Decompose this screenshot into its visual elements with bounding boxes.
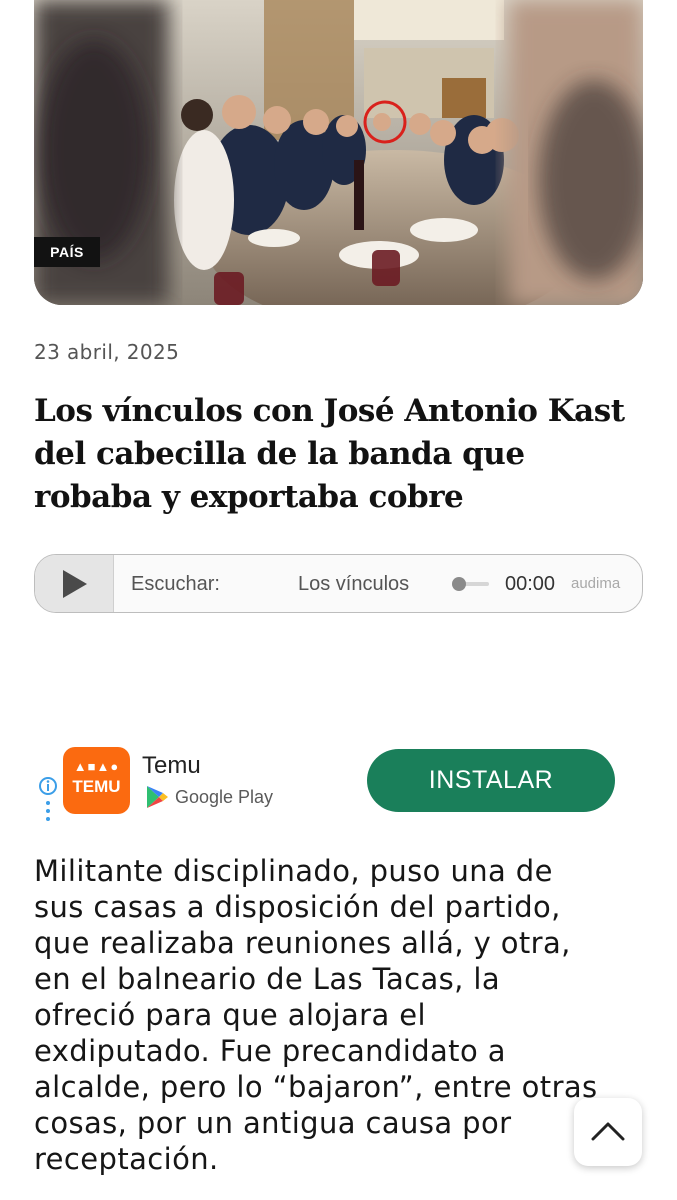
track-name: Los vínculos [298,573,410,595]
article-body: Militante disciplinado, puso una de sus … [34,854,598,1176]
article-date: 23 abril, 2025 [34,340,180,364]
play-icon [63,570,87,598]
temu-logo-glyphs: ▲■▲● [73,759,120,774]
ad-store-name: Google Play [175,787,274,807]
temu-logo-word: TEMU [72,777,121,796]
listen-label: Escuchar: [131,573,220,595]
playback-time: 00:00 [505,573,556,595]
category-badge[interactable]: PAÍS [34,237,100,267]
install-button[interactable]: INSTALAR [367,749,615,812]
info-icon[interactable] [38,776,58,832]
dinner-photo [34,0,643,305]
audima-logo: audima [571,575,621,592]
play-button[interactable] [35,555,114,612]
audio-player: Escuchar: Los vínculos 00:00 audima [34,554,643,613]
ad-banner: ▲■▲● TEMU Temu Google Play INSTALAR [34,736,641,828]
chevron-up-icon [591,1122,625,1141]
temu-logo[interactable]: ▲■▲● TEMU [63,747,130,814]
article-hero-image[interactable]: PAÍS [34,0,643,305]
scroll-to-top-button[interactable] [574,1098,642,1166]
article-title: Los vínculos con José Antonio Kast del c… [34,393,625,515]
ad-app-name[interactable]: Temu [142,752,201,780]
google-play-icon [147,786,168,808]
progress-slider[interactable] [451,575,491,593]
